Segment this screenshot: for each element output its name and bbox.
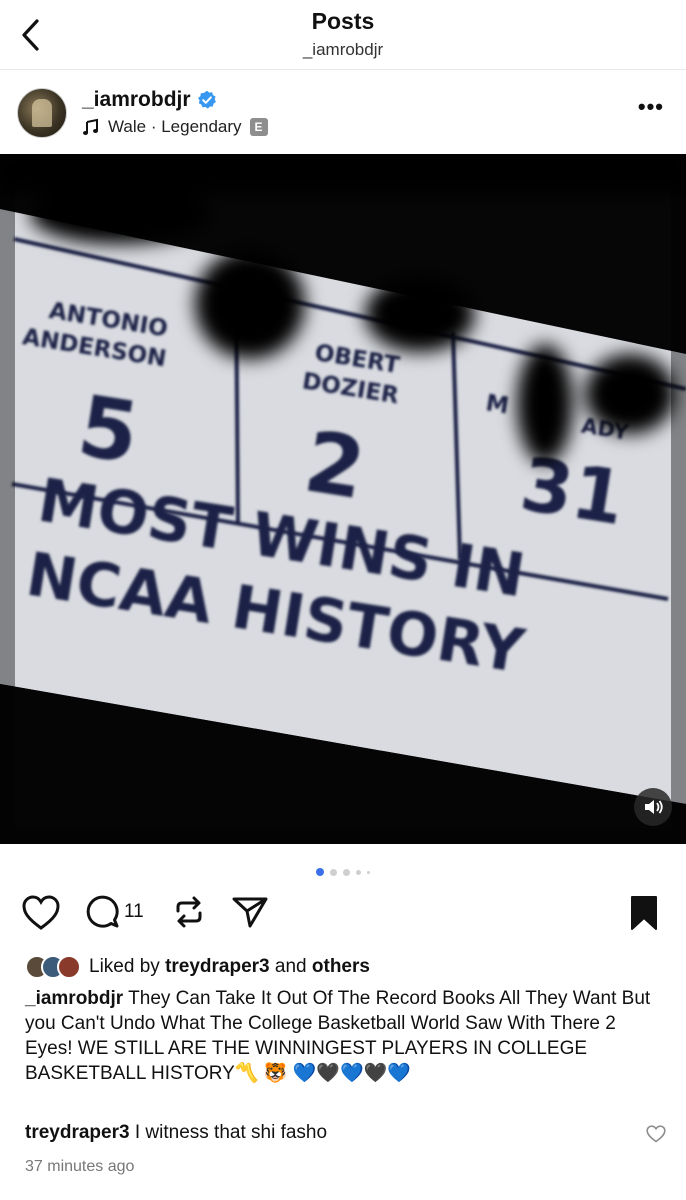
comment-like-button[interactable] bbox=[646, 1125, 666, 1148]
caption-emojis: 〽️ 🐯 💙🖤💙🖤💙 bbox=[234, 1063, 411, 1084]
carousel-dot-1 bbox=[316, 868, 324, 876]
likes-user[interactable]: treydraper3 bbox=[165, 956, 270, 978]
carousel-indicator bbox=[0, 868, 686, 876]
carousel-dot-4 bbox=[356, 869, 361, 875]
verified-badge-icon bbox=[197, 90, 216, 109]
post-media[interactable]: ANTONIO ANDERSON 5 OBERT DOZIER 2 C M AD… bbox=[0, 154, 686, 844]
send-icon bbox=[232, 897, 268, 928]
page-title: Posts bbox=[311, 8, 375, 34]
music-row[interactable]: Wale · Legendary E bbox=[82, 117, 268, 137]
like-button[interactable] bbox=[22, 895, 60, 931]
repost-icon bbox=[176, 896, 202, 928]
carousel-dot-5 bbox=[367, 870, 370, 874]
music-label: Wale · Legendary bbox=[108, 117, 242, 136]
repost-button[interactable] bbox=[172, 895, 206, 929]
post-caption: _iamrobdjr They Can Take It Out Of The R… bbox=[25, 986, 665, 1086]
heart-outline-small-icon bbox=[646, 1125, 666, 1143]
carousel-dot-3 bbox=[343, 868, 350, 876]
comment-count: 11 bbox=[124, 901, 144, 922]
page-subtitle: _iamrobdjr bbox=[302, 40, 384, 59]
heart-icon bbox=[22, 895, 60, 930]
post-timestamp: 37 minutes ago bbox=[25, 1158, 135, 1175]
comment-username[interactable]: treydraper3 bbox=[25, 1122, 130, 1143]
likes-prefix: Liked by bbox=[89, 956, 160, 977]
banner-photo: ANTONIO ANDERSON 5 OBERT DOZIER 2 C M AD… bbox=[0, 154, 686, 844]
avatar[interactable] bbox=[17, 88, 67, 138]
explicit-badge: E bbox=[249, 118, 268, 136]
post-actions: 11 bbox=[0, 895, 686, 935]
share-button[interactable] bbox=[232, 895, 268, 929]
liker-avatar bbox=[57, 955, 81, 979]
liker-avatars bbox=[25, 955, 81, 979]
likes-summary[interactable]: Liked by treydraper3 and others bbox=[25, 955, 370, 979]
music-note-icon bbox=[83, 118, 98, 135]
likes-and: and bbox=[274, 956, 307, 977]
comment-button[interactable]: 11 bbox=[86, 895, 144, 929]
comment-icon bbox=[86, 895, 119, 928]
post-header: _iamrobdjr Wale · Legendary E ••• bbox=[0, 70, 686, 154]
bookmark-filled-icon bbox=[631, 896, 657, 930]
speaker-icon bbox=[645, 800, 663, 814]
comment-item: treydraper3 I witness that shi fasho bbox=[25, 1122, 665, 1144]
caption-username[interactable]: _iamrobdjr bbox=[25, 988, 123, 1009]
likes-others[interactable]: others bbox=[312, 956, 370, 978]
banner-name-3-last: M bbox=[484, 390, 511, 419]
top-bar: Posts _iamrobdjr bbox=[0, 0, 686, 70]
post-username[interactable]: _iamrobdjr bbox=[82, 88, 191, 112]
sound-toggle-button[interactable] bbox=[634, 788, 672, 826]
more-options-button[interactable]: ••• bbox=[638, 96, 664, 118]
save-button[interactable] bbox=[629, 895, 659, 931]
carousel-dot-2 bbox=[330, 868, 337, 876]
comment-text: I witness that shi fasho bbox=[134, 1122, 328, 1143]
